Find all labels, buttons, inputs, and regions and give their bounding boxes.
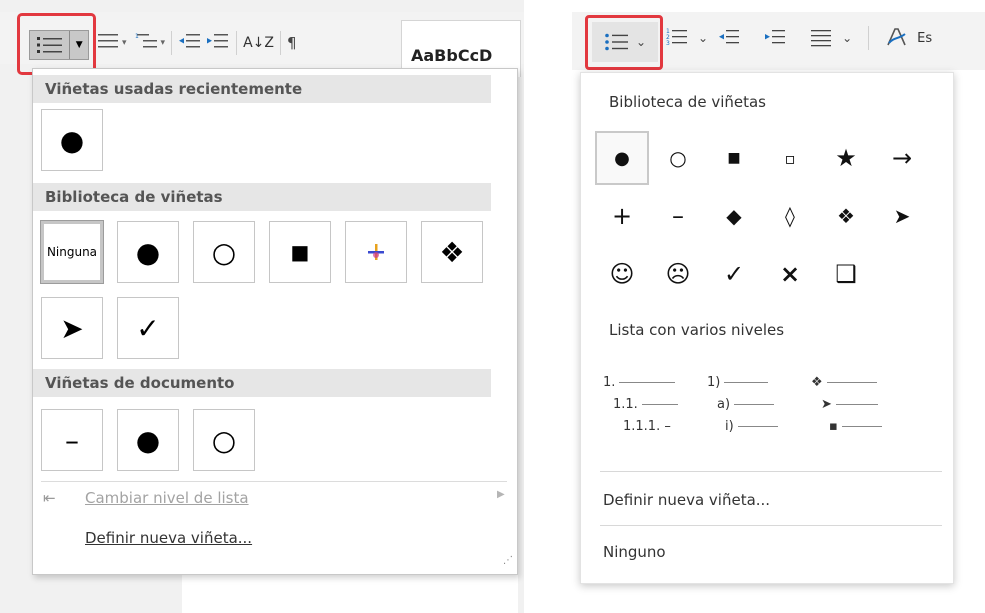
bullet-library-title: Biblioteca de viñetas — [609, 93, 766, 111]
document-bullet-dash[interactable]: – — [41, 409, 103, 471]
bullet-option-hollow-square[interactable]: ▫ — [763, 131, 817, 185]
toolbar-divider — [171, 31, 173, 55]
highlight-box — [585, 15, 663, 70]
numbering-dropdown-icon[interactable]: ▾ — [122, 38, 127, 48]
define-new-bullet-item[interactable]: Definir nueva viñeta... — [85, 529, 252, 547]
section-recent-bullets: Viñetas usadas recientemente — [33, 75, 491, 103]
decrease-indent-icon[interactable] — [178, 32, 202, 54]
section-document-bullets: Viñetas de documento — [33, 369, 491, 397]
bullet-option-arrowhead[interactable]: ➤ — [875, 189, 929, 243]
style-preview-label: AaBbCcD — [411, 46, 493, 65]
bullet-option-shadow-box[interactable]: ❑ — [819, 247, 873, 301]
bullet-option-none[interactable]: Ninguna — [40, 220, 104, 284]
bullet-option-hollow-circle[interactable]: ○ — [193, 221, 255, 283]
multilevel-list-title: Lista con varios niveles — [609, 321, 785, 339]
bullet-option-diamond[interactable]: ◆ — [707, 189, 761, 243]
bullet-option-colored-cross[interactable] — [345, 221, 407, 283]
bullet-option-minus[interactable]: – — [651, 189, 705, 243]
bullet-option-checkmark[interactable]: ✓ — [117, 297, 179, 359]
document-bullet-hollow-circle[interactable]: ○ — [193, 409, 255, 471]
colored-cross-bullet-icon — [368, 244, 384, 260]
bullet-option-smiley[interactable]: ☺ — [595, 247, 649, 301]
bullet-option-arrow[interactable]: → — [875, 131, 929, 185]
section-bullet-library: Biblioteca de viñetas — [33, 183, 491, 211]
define-new-bullet-item[interactable]: Definir nueva viñeta... — [603, 491, 770, 509]
multilevel-list-icon[interactable]: 1 — [135, 32, 161, 54]
none-item[interactable]: Ninguno — [603, 543, 666, 561]
highlight-box — [17, 13, 96, 75]
bullet-option-filled-circle[interactable]: ● — [595, 131, 649, 185]
submenu-arrow-icon: ▶ — [497, 489, 505, 500]
svg-text:1: 1 — [135, 33, 139, 40]
toolbar-divider — [236, 31, 238, 55]
bullet-option-x-mark[interactable]: × — [763, 247, 817, 301]
increase-indent-icon[interactable] — [206, 32, 230, 54]
right-toolbar-group: 123 ⌄ ⌄ Es — [666, 26, 932, 50]
numbering-icon[interactable] — [96, 32, 122, 54]
document-bullet-filled-circle[interactable]: ● — [117, 409, 179, 471]
resize-grip-icon[interactable]: ⋰ — [503, 555, 513, 566]
change-list-level-item[interactable]: Cambiar nivel de lista — [85, 489, 249, 507]
chevron-down-icon[interactable]: ⌄ — [842, 31, 852, 45]
bullet-option-square[interactable]: ■ — [269, 221, 331, 283]
bullet-option-hollow-diamond[interactable]: ◊ — [763, 189, 817, 243]
bullet-option-star[interactable]: ★ — [819, 131, 873, 185]
svg-text:3: 3 — [666, 40, 670, 47]
change-list-level-icon: ⇤ — [43, 489, 56, 507]
bullet-option-square[interactable]: ■ — [707, 131, 761, 185]
show-paragraph-marks-icon[interactable]: ¶ — [287, 34, 297, 52]
bullets-dropdown-menu-classic: Viñetas usadas recientemente ● Bibliotec… — [32, 68, 518, 575]
toolbar-divider — [868, 26, 870, 50]
numbering-icon[interactable]: 123 — [666, 27, 688, 50]
bullet-option-plus[interactable]: + — [595, 189, 649, 243]
sort-icon[interactable]: A↓Z — [243, 35, 274, 51]
bullet-option-arrowhead[interactable]: ➤ — [41, 297, 103, 359]
bullet-option-checkmark[interactable]: ✓ — [707, 247, 761, 301]
bullet-option-hollow-circle[interactable]: ○ — [651, 131, 705, 185]
decrease-indent-icon[interactable] — [718, 27, 740, 50]
styles-pane-icon[interactable] — [885, 27, 907, 50]
menu-divider — [41, 481, 507, 482]
style-label-es: Es — [917, 30, 933, 46]
left-toolbar-group: ▾ 1 ▾ A↓Z ¶ — [96, 30, 297, 56]
bullet-option-filled-circle[interactable]: ● — [117, 221, 179, 283]
bullet-option-frown[interactable]: ☹ — [651, 247, 705, 301]
menu-divider — [600, 471, 942, 472]
bullet-option-diamond-cluster[interactable]: ❖ — [421, 221, 483, 283]
menu-divider — [600, 525, 942, 526]
chevron-down-icon[interactable]: ⌄ — [698, 31, 708, 45]
increase-indent-icon[interactable] — [764, 27, 786, 50]
bullets-dropdown-menu-modern: Biblioteca de viñetas ● ○ ■ ▫ ★ → + – ◆ … — [580, 72, 954, 584]
multilevel-dropdown-icon[interactable]: ▾ — [161, 38, 166, 48]
align-icon[interactable] — [810, 27, 832, 50]
bullet-option-diamond-cluster[interactable]: ❖ — [819, 189, 873, 243]
recent-bullet-filled-circle[interactable]: ● — [41, 109, 103, 171]
toolbar-divider — [279, 31, 281, 55]
